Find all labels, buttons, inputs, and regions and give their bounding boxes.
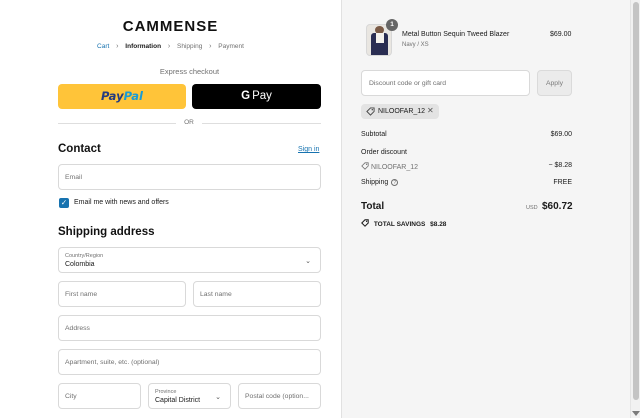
province-select[interactable]: Province Capital District ⌄ — [148, 383, 231, 409]
order-summary-panel — [341, 0, 630, 418]
discount-code-input[interactable]: Discount code or gift card — [361, 70, 530, 96]
product-variant: Navy / XS — [402, 42, 429, 48]
postal-code-field[interactable]: Postal code (option... — [238, 383, 321, 409]
address-field[interactable]: Address — [58, 315, 321, 341]
divider — [58, 123, 176, 124]
city-field[interactable]: City — [58, 383, 141, 409]
paypal-logo-pay: Pay — [100, 89, 124, 103]
province-label: Province — [155, 389, 177, 395]
apartment-field[interactable]: Apartment, suite, etc. (optional) — [58, 349, 321, 375]
express-checkout-heading: Express checkout — [159, 67, 220, 76]
discount-code-row: NILOOFAR_12 — [361, 162, 418, 171]
google-pay-button[interactable]: G Pay — [192, 84, 321, 109]
scrollbar-thumb[interactable] — [633, 2, 639, 400]
subtotal-value: $69.00 — [550, 131, 572, 138]
breadcrumb-separator: › — [209, 43, 212, 50]
subtotal-label: Subtotal — [361, 131, 387, 138]
total-value: $60.72 — [542, 201, 573, 212]
apartment-placeholder: Apartment, suite, etc. (optional) — [65, 359, 160, 366]
paypal-logo-pal: Pal — [123, 89, 143, 103]
breadcrumb-payment: Payment — [218, 43, 244, 50]
postal-code-placeholder: Postal code (option... — [245, 393, 309, 400]
tag-icon — [361, 219, 369, 227]
discount-code-text: NILOOFAR_12 — [370, 164, 419, 171]
product-name: Metal Button Sequin Tweed Blazer — [402, 31, 510, 38]
scroll-down-icon[interactable] — [632, 411, 640, 416]
brand-logo[interactable]: CAMMENSE — [0, 18, 341, 35]
applied-code-text: NILOOFAR_12 — [378, 108, 426, 115]
country-label: Country/Region — [65, 253, 104, 259]
last-name-placeholder: Last name — [200, 291, 232, 298]
google-g-icon: G — [241, 90, 251, 102]
country-select[interactable]: Country/Region Colombia ⌄ — [58, 247, 321, 273]
savings-label: TOTAL SAVINGS — [373, 221, 426, 228]
google-pay-label: Pay — [252, 90, 272, 102]
discount-value: − $8.28 — [548, 162, 572, 169]
breadcrumb-shipping: Shipping — [177, 43, 203, 50]
product-price: $69.00 — [550, 31, 572, 38]
breadcrumb: Cart › Information › Shipping › Payment — [0, 43, 341, 50]
total-label: Total — [361, 201, 385, 212]
tag-icon — [361, 162, 369, 170]
first-name-field[interactable]: First name — [58, 281, 186, 307]
divider — [202, 123, 321, 124]
order-discount-label: Order discount — [361, 149, 407, 156]
applied-discount-chip: NILOOFAR_12 ✕ — [361, 104, 439, 119]
newsletter-label: Email me with news and offers — [74, 199, 169, 206]
help-icon[interactable]: ? — [391, 179, 399, 186]
newsletter-checkbox[interactable]: ✓ — [59, 198, 69, 208]
breadcrumb-cart[interactable]: Cart — [97, 43, 109, 50]
chevron-down-icon: ⌄ — [215, 394, 221, 401]
total-savings: TOTAL SAVINGS $8.28 — [361, 219, 446, 228]
shipping-label: Shipping — [361, 179, 389, 186]
email-field[interactable]: Email — [58, 164, 321, 190]
breadcrumb-separator: › — [116, 43, 119, 50]
province-value: Capital District — [155, 397, 201, 404]
tag-icon — [366, 107, 375, 118]
shipping-value: FREE — [553, 179, 572, 186]
shipping-row: Shipping? — [361, 179, 399, 186]
country-value: Colombia — [65, 261, 95, 268]
email-placeholder: Email — [65, 174, 82, 181]
discount-placeholder: Discount code or gift card — [369, 80, 447, 87]
breadcrumb-separator: › — [167, 43, 171, 50]
scrollbar[interactable] — [630, 0, 640, 418]
first-name-placeholder: First name — [65, 291, 98, 298]
breadcrumb-information: Information — [125, 43, 162, 50]
quantity-badge: 1 — [386, 19, 398, 31]
apply-button[interactable]: Apply — [537, 70, 572, 96]
contact-heading: Contact — [58, 143, 101, 155]
chevron-down-icon: ⌄ — [305, 258, 311, 265]
or-divider-label: OR — [184, 119, 194, 126]
sign-in-link[interactable]: Sign in — [298, 146, 319, 153]
total-currency: USD — [526, 205, 538, 211]
address-placeholder: Address — [65, 325, 90, 332]
paypal-button[interactable]: PayPal — [58, 84, 186, 109]
shipping-address-heading: Shipping address — [58, 226, 155, 238]
last-name-field[interactable]: Last name — [193, 281, 321, 307]
savings-value: $8.28 — [430, 221, 447, 228]
city-placeholder: City — [65, 393, 77, 400]
remove-code-icon[interactable]: ✕ — [427, 106, 434, 115]
